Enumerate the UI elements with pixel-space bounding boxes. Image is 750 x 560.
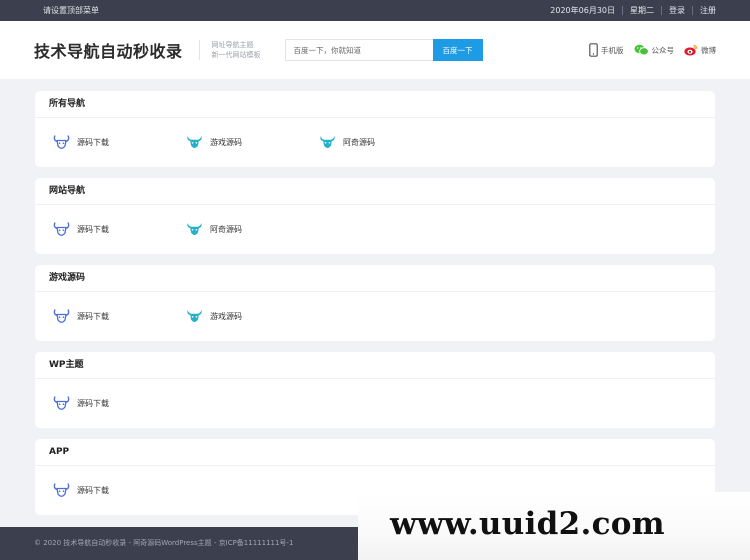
section-items: 源码下载	[35, 379, 715, 427]
nav-link-label: 源码下载	[77, 398, 109, 408]
mobile-link[interactable]: 手机版	[589, 43, 624, 57]
bull-outline-icon	[53, 221, 70, 236]
weekday-text: 星期二	[630, 6, 654, 15]
section-items: 源码下载 阿奇源码	[35, 205, 715, 253]
site-title[interactable]: 技术导航自动秒收录	[34, 38, 183, 62]
search-form: 百度一下	[284, 39, 483, 61]
nav-section-card: WP主题源码下载	[35, 352, 715, 428]
nav-link-item[interactable]: 阿奇源码	[185, 221, 318, 238]
footer-copyright: © 2020 技术导航自动秒收录 - 阿奇源码WordPress主题 - 京IC…	[34, 539, 294, 547]
nav-link-item[interactable]: 阿奇源码	[318, 134, 451, 151]
top-bar: 请设置顶部菜单 2020年06月30日 星期二 登录 注册	[0, 0, 750, 21]
section-items: 源码下载 游戏源码 阿奇源码	[35, 118, 715, 166]
site-header: 技术导航自动秒收录 网址导航主题 新一代网站模板 百度一下 手机版 公众号 微博	[0, 21, 750, 79]
top-bar-right: 2020年06月30日 星期二 登录 注册	[543, 5, 716, 16]
search-button[interactable]: 百度一下	[432, 39, 483, 61]
nav-link-label: 游戏源码	[210, 137, 242, 147]
section-items: 源码下载 游戏源码	[35, 292, 715, 340]
watermark-banner: www.uuid2.com	[358, 492, 750, 560]
section-title: WP主题	[35, 352, 715, 379]
bull-outline-icon	[53, 395, 70, 410]
nav-link-label: 源码下载	[77, 224, 109, 234]
bull-outline-icon	[53, 482, 70, 497]
nav-link-item[interactable]: 源码下载	[52, 482, 185, 499]
weibo-link[interactable]: 微博	[684, 44, 716, 56]
section-title: 游戏源码	[35, 265, 715, 292]
weibo-link-label: 微博	[701, 45, 716, 55]
header-links: 手机版 公众号 微博	[579, 43, 716, 57]
nav-link-item[interactable]: 源码下载	[52, 308, 185, 325]
login-link[interactable]: 登录	[662, 5, 692, 16]
section-title: APP	[35, 439, 715, 466]
section-title: 所有导航	[35, 91, 715, 118]
bull-outline-icon	[53, 134, 70, 149]
wechat-icon	[634, 44, 649, 56]
register-link[interactable]: 注册	[693, 5, 716, 16]
nav-link-item[interactable]: 源码下载	[52, 221, 185, 238]
date-text: 2020年06月30日	[550, 6, 615, 15]
bull-outline-icon	[53, 308, 70, 323]
nav-section-card: 网站导航源码下载 阿奇源码	[35, 178, 715, 254]
slogan-line-1: 网址导航主题	[211, 41, 254, 49]
bull-filled-icon	[187, 135, 202, 148]
mobile-link-label: 手机版	[601, 45, 624, 55]
nav-sections: 所有导航 源码下载 游戏源码 阿奇源码 网站导航 源码下载 阿奇源码 游戏源码 源码下载 游戏源码…	[0, 79, 750, 515]
nav-section-card: 所有导航源码下载 游戏源码 阿奇源码	[35, 91, 715, 167]
nav-section-card: 游戏源码 源码下载 游戏源码	[35, 265, 715, 341]
bull-filled-icon	[320, 135, 335, 148]
nav-link-label: 游戏源码	[210, 311, 242, 321]
weibo-icon	[684, 44, 698, 56]
nav-link-item[interactable]: 源码下载	[52, 395, 185, 412]
site-slogan: 网址导航主题 新一代网站模板	[198, 40, 261, 60]
top-menu-hint: 请设置顶部菜单	[43, 6, 99, 15]
wechat-link-label: 公众号	[651, 45, 675, 55]
section-title: 网站导航	[35, 178, 715, 205]
bull-filled-icon	[187, 309, 202, 322]
nav-link-label: 阿奇源码	[343, 137, 375, 147]
nav-link-label: 源码下载	[77, 485, 109, 495]
nav-link-item[interactable]: 游戏源码	[185, 134, 318, 151]
bull-filled-icon	[187, 222, 202, 235]
nav-link-label: 源码下载	[77, 311, 109, 321]
wechat-link[interactable]: 公众号	[634, 44, 675, 56]
watermark-text: www.uuid2.com	[390, 506, 665, 542]
mobile-phone-icon	[589, 43, 598, 57]
nav-link-label: 阿奇源码	[210, 224, 242, 234]
slogan-line-2: 新一代网站模板	[211, 51, 261, 59]
nav-link-label: 源码下载	[77, 137, 109, 147]
nav-link-item[interactable]: 游戏源码	[185, 308, 318, 325]
search-input[interactable]	[284, 39, 433, 61]
nav-link-item[interactable]: 源码下载	[52, 134, 185, 151]
